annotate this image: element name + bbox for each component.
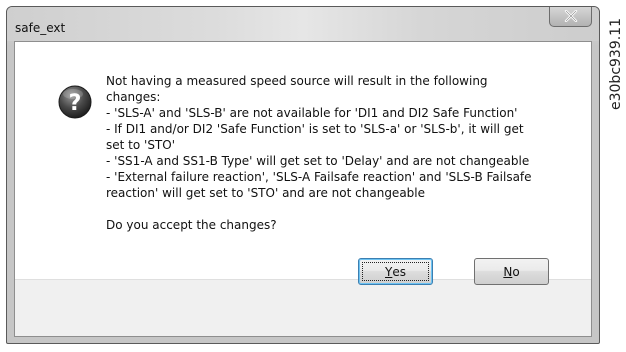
no-mnemonic: N xyxy=(503,264,513,279)
message-line: - 'SS1-A and SS1-B Type' will get set to… xyxy=(106,154,530,168)
dialog-client-area: ? Not having a measured speed source wil… xyxy=(14,41,592,337)
window-title: safe_ext xyxy=(15,21,66,35)
message-line: - 'External failure reaction', 'SLS-A Fa… xyxy=(106,170,532,184)
no-button[interactable]: No xyxy=(474,258,549,285)
message-line: Not having a measured speed source will … xyxy=(106,74,488,88)
close-button[interactable] xyxy=(549,7,592,27)
close-icon xyxy=(564,10,578,22)
yes-button[interactable]: Yes xyxy=(358,258,433,285)
question-icon: ? xyxy=(58,85,92,119)
message-line: - If DI1 and/or DI2 'Safe Function' is s… xyxy=(106,122,524,136)
message-area: ? Not having a measured speed source wil… xyxy=(15,42,591,279)
message-line: set to 'STO' xyxy=(106,138,176,152)
svg-text:?: ? xyxy=(69,91,82,116)
title-bar[interactable]: safe_ext xyxy=(7,7,599,41)
figure-code: e30bc939.11 xyxy=(608,18,624,110)
message-text: Not having a measured speed source will … xyxy=(106,73,576,233)
focus-indicator xyxy=(362,262,429,281)
no-label: o xyxy=(512,264,520,279)
button-bar xyxy=(15,279,591,336)
question-text: Do you accept the changes? xyxy=(106,218,277,232)
message-line: changes: xyxy=(106,90,161,104)
message-line: reaction' will get set to 'STO' and are … xyxy=(106,186,426,200)
message-line: - 'SLS-A' and 'SLS-B' are not available … xyxy=(106,106,518,120)
dialog-window: safe_ext ? Not having a measured speed s… xyxy=(6,6,600,344)
